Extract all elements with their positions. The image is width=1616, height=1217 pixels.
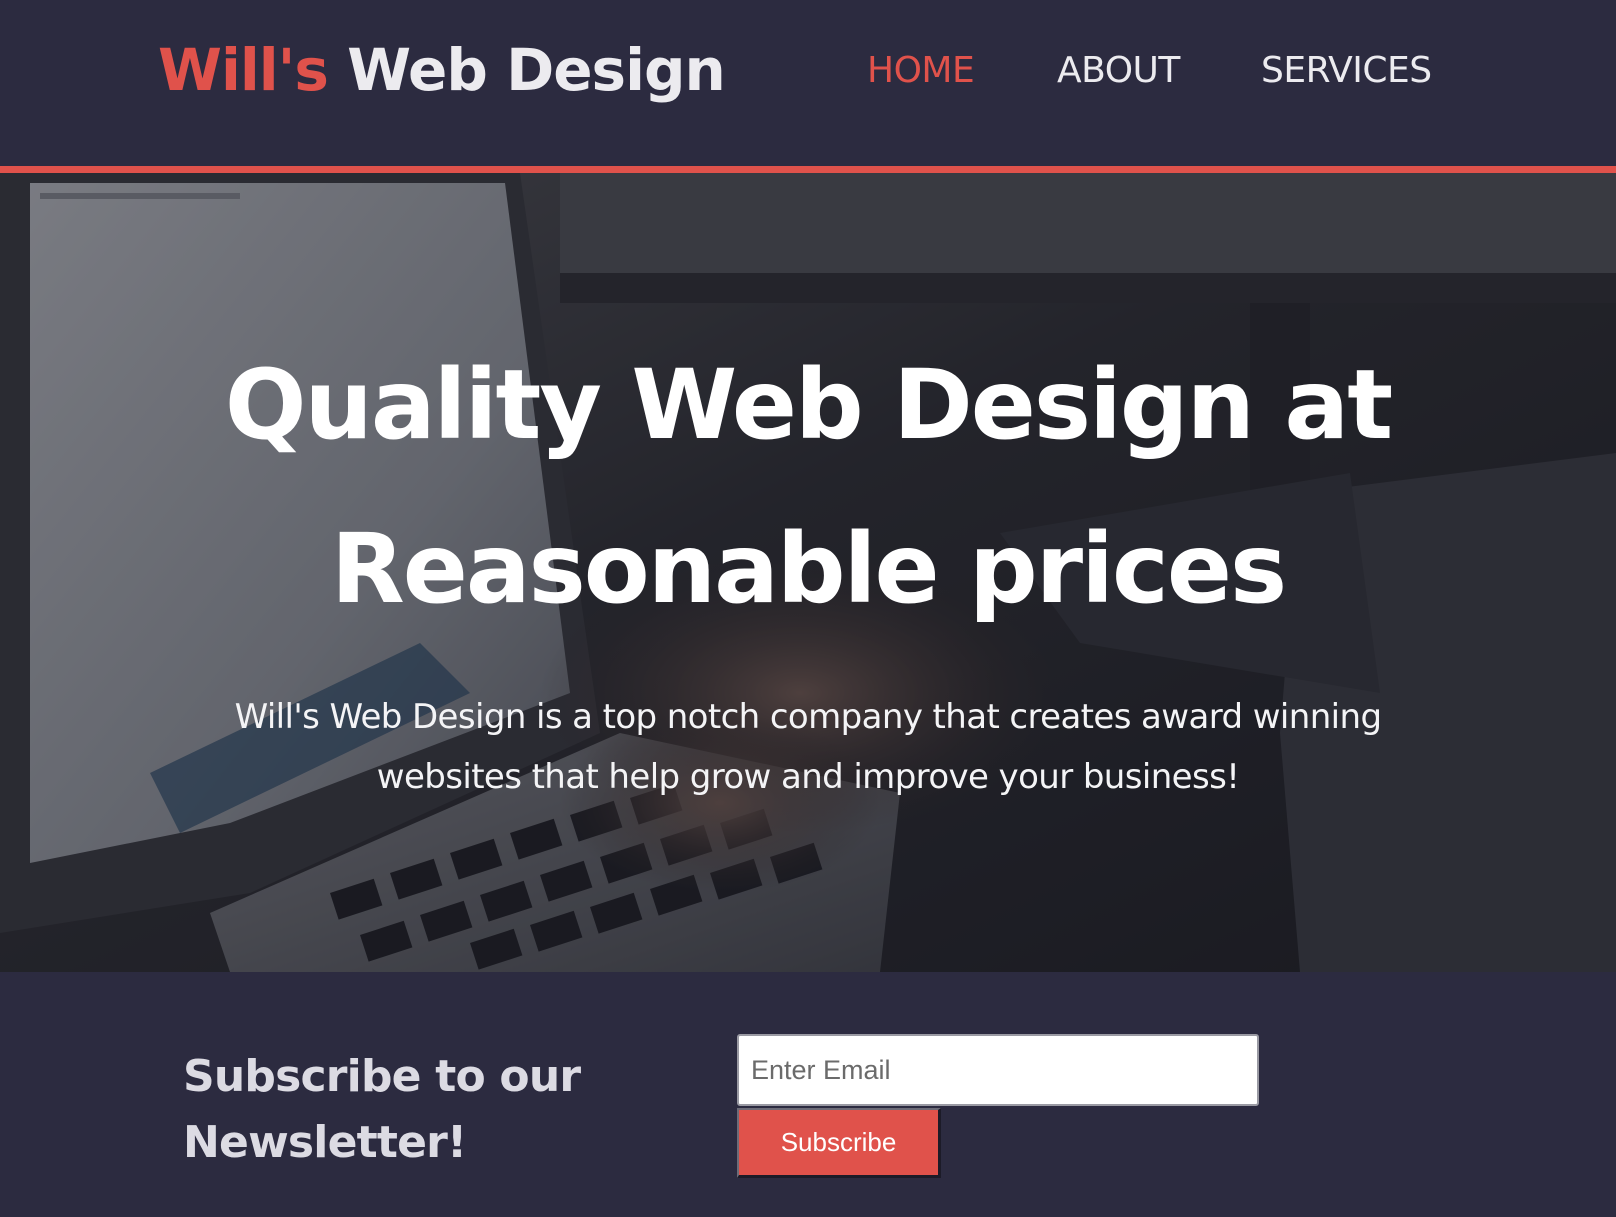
logo-main-text: Web Design (347, 36, 726, 104)
email-input[interactable] (737, 1034, 1259, 1106)
nav-link-services[interactable]: SERVICES (1261, 50, 1432, 91)
nav-link-about[interactable]: ABOUT (1057, 50, 1180, 91)
site-logo[interactable]: Will's Web Design (158, 36, 726, 104)
hero-section: Quality Web Design at Reasonable prices … (0, 173, 1616, 972)
hero-title: Quality Web Design at Reasonable prices (224, 349, 1393, 625)
nav-link-home[interactable]: HOME (867, 50, 975, 91)
subscribe-button[interactable]: Subscribe (737, 1108, 941, 1178)
site-header: Will's Web Design HOME ABOUT SERVICES (0, 0, 1616, 166)
logo-accent-text: Will's (158, 36, 329, 104)
newsletter-section: Subscribe to our Newsletter! Subscribe (0, 972, 1616, 1217)
header-divider (0, 166, 1616, 173)
newsletter-title: Subscribe to our Newsletter! (183, 1051, 581, 1168)
hero-description: Will's Web Design is a top notch company… (234, 697, 1382, 797)
